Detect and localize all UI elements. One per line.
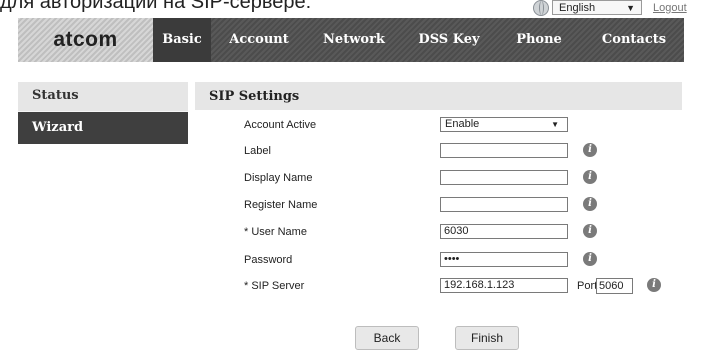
password-label: Password	[244, 254, 293, 266]
form-row-label: Label i	[244, 143, 684, 163]
language-select[interactable]: English ▼	[552, 0, 642, 15]
info-icon[interactable]: i	[647, 278, 661, 292]
info-icon[interactable]: i	[583, 170, 597, 184]
form-row-display-name: Display Name i	[244, 170, 684, 190]
logout-link[interactable]: Logout	[653, 2, 687, 14]
sidebar-item-status[interactable]: Status	[18, 82, 188, 112]
info-icon[interactable]: i	[583, 143, 597, 157]
tab-basic[interactable]: Basic	[153, 18, 211, 62]
sidebar-item-wizard[interactable]: Wizard	[18, 112, 188, 144]
tab-dss-key[interactable]: DSS Key	[404, 18, 494, 62]
tab-account[interactable]: Account	[214, 18, 304, 62]
register-name-label: Register Name	[244, 199, 318, 211]
form-row-password: Password •••• i	[244, 252, 684, 272]
tab-phone[interactable]: Phone	[494, 18, 584, 62]
form-row-account-active: Account Active Enable ▼	[244, 117, 684, 137]
tab-contacts[interactable]: Contacts	[584, 18, 684, 62]
info-icon[interactable]: i	[583, 224, 597, 238]
user-name-label: * User Name	[244, 226, 307, 238]
user-name-input[interactable]: 6030	[440, 224, 568, 239]
info-icon[interactable]: i	[583, 252, 597, 266]
page-caption: для авторизации на SIP-сервере:	[0, 0, 312, 13]
form-row-user-name: * User Name 6030 i	[244, 224, 684, 244]
sip-server-label: * SIP Server	[244, 280, 305, 292]
port-label: Port	[577, 280, 598, 292]
chevron-down-icon: ▼	[626, 3, 635, 13]
password-input[interactable]: ••••	[440, 252, 568, 267]
display-name-label: Display Name	[244, 172, 313, 184]
form-row-sip-server: * SIP Server 192.168.1.123 Port 5060 i	[244, 278, 684, 298]
back-button[interactable]: Back	[355, 326, 419, 350]
info-icon[interactable]: i	[583, 197, 597, 211]
account-active-select[interactable]: Enable ▼	[440, 117, 568, 132]
sip-server-input[interactable]: 192.168.1.123	[440, 278, 568, 293]
tab-network[interactable]: Network	[304, 18, 404, 62]
atcom-logo: atcom	[18, 18, 153, 62]
finish-button[interactable]: Finish	[455, 326, 519, 350]
form-row-register-name: Register Name i	[244, 197, 684, 217]
main-nav: atcom Basic Account Network DSS Key Phon…	[18, 18, 684, 62]
account-active-value: Enable	[445, 118, 480, 130]
account-active-label: Account Active	[244, 119, 317, 131]
register-name-input[interactable]	[440, 197, 568, 212]
language-select-value: English	[559, 2, 596, 14]
sidebar: Status Wizard	[18, 82, 188, 144]
display-name-input[interactable]	[440, 170, 568, 185]
port-input[interactable]: 5060	[596, 278, 633, 294]
top-utility-bar: English ▼ Logout	[447, 0, 707, 18]
label-input[interactable]	[440, 143, 568, 158]
section-title: SIP Settings	[195, 82, 682, 110]
label-label: Label	[244, 145, 271, 157]
globe-icon	[533, 0, 549, 16]
chevron-down-icon: ▼	[551, 120, 559, 129]
